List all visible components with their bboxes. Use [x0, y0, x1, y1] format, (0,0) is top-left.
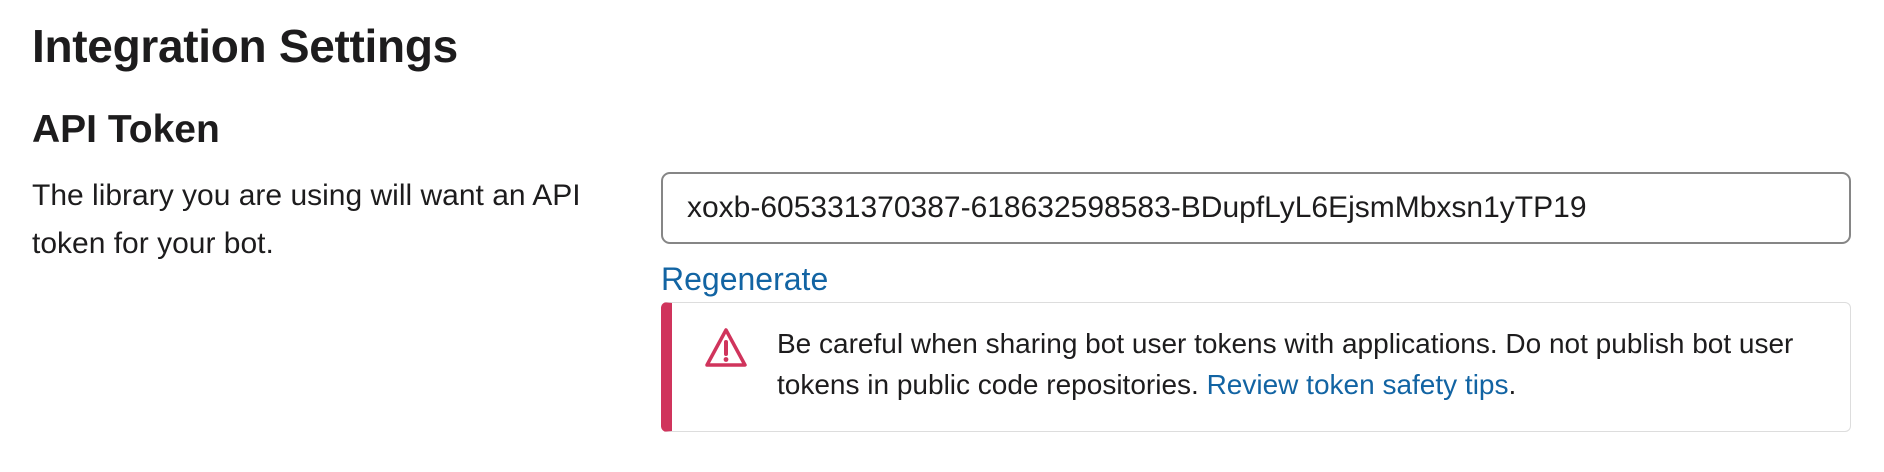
api-token-description: The library you are using will want an A… [32, 179, 581, 260]
page-title: Integration Settings [32, 20, 458, 72]
regenerate-link[interactable]: Regenerate [661, 257, 828, 301]
api-token-field[interactable] [661, 172, 1851, 244]
warning-triangle-icon [704, 327, 748, 369]
warning-message: Be careful when sharing bot user tokens … [777, 323, 1827, 405]
api-token-heading: API Token [32, 108, 220, 151]
review-token-safety-tips-link[interactable]: Review token safety tips [1207, 369, 1509, 400]
warning-trailing-period: . [1508, 369, 1517, 400]
token-warning-banner: Be careful when sharing bot user tokens … [661, 302, 1851, 432]
